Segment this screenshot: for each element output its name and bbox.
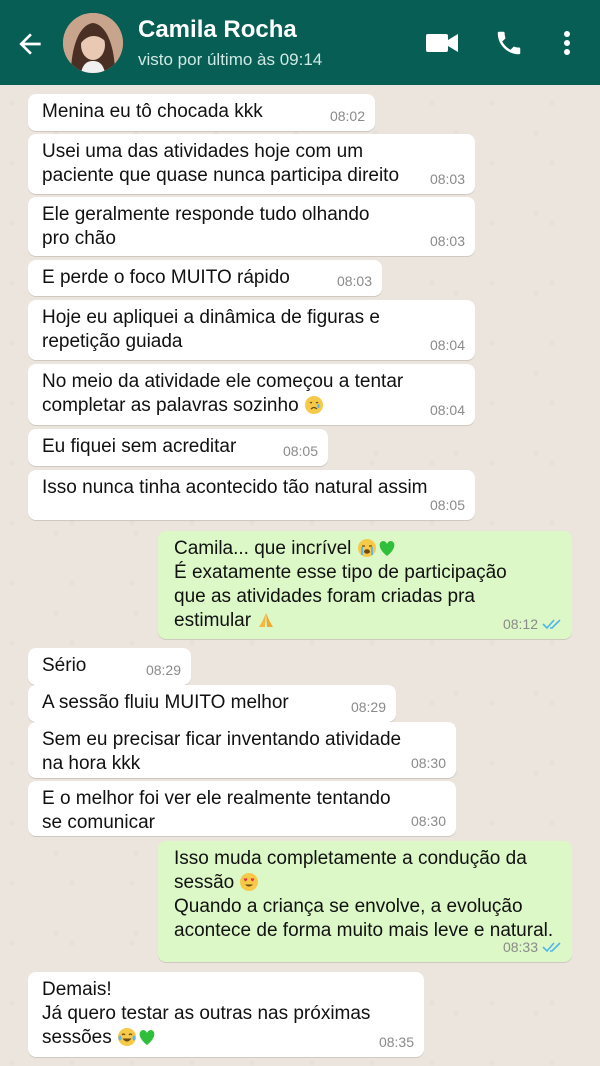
message-time: 08:05 [282, 443, 318, 459]
heart-eyes-face-icon [240, 873, 259, 891]
message-bubble-incoming[interactable]: No meio da atividade ele começou a tenta… [28, 364, 475, 425]
message-bubble-incoming[interactable]: Eu fiquei sem acreditar 08:05 [28, 429, 328, 466]
message-text: Eu fiquei sem acreditar [42, 436, 237, 457]
chat-header: Camila Rocha visto por último às 09:14 [0, 0, 600, 85]
message-time: 08:03 [429, 171, 465, 187]
message-text: Usei uma das atividades hoje com um paci… [42, 141, 400, 186]
message-bubble-incoming[interactable]: E o melhor foi ver ele realmente tentand… [28, 781, 456, 836]
message-bubble-incoming[interactable]: Demais! Já quero testar as outras nas pr… [28, 972, 424, 1057]
last-seen-status: visto por último às 09:14 [138, 50, 323, 69]
message-time: 08:30 [410, 755, 446, 771]
loudly-crying-face-icon [357, 539, 376, 557]
read-double-check-icon [542, 619, 561, 630]
back-arrow-icon[interactable] [14, 28, 46, 60]
message-text: É exatamente esse tipo de participação q… [174, 562, 507, 631]
message-text: Ele geralmente responde tudo olhando pro… [42, 204, 370, 249]
message-text: Sem eu precisar ficar inventando ativida… [42, 729, 402, 774]
message-time: 08:33 [502, 939, 538, 955]
message-text: Menina eu tô chocada kkk [42, 101, 263, 122]
message-text: No meio da atividade ele começou a tenta… [42, 371, 404, 416]
read-double-check-icon [542, 942, 561, 953]
message-text: Quando a criança se envolve, a evolução … [174, 896, 554, 941]
message-time: 08:02 [329, 108, 365, 124]
avatar-photo-icon [63, 13, 123, 73]
message-text: Demais! Já quero testar as outras nas pr… [42, 979, 371, 1048]
message-time: 08:05 [429, 497, 465, 513]
message-bubble-incoming[interactable]: Sem eu precisar ficar inventando ativida… [28, 722, 456, 778]
message-time: 08:29 [145, 662, 181, 678]
message-text: Isso muda completamente a condução da se… [174, 848, 527, 893]
video-call-icon[interactable] [425, 28, 459, 58]
message-time: 08:35 [378, 1034, 414, 1050]
message-time: 08:03 [336, 273, 372, 289]
message-bubble-incoming[interactable]: Hoje eu apliquei a dinâmica de figuras e… [28, 300, 475, 360]
message-text: E o melhor foi ver ele realmente tentand… [42, 788, 391, 833]
message-bubble-incoming[interactable]: Menina eu tô chocada kkk 08:02 [28, 94, 375, 131]
more-options-icon[interactable] [557, 28, 577, 58]
folded-hands-icon [259, 613, 274, 627]
message-time: 08:30 [410, 813, 446, 829]
tears-of-joy-face-icon [117, 1028, 136, 1046]
message-time: 08:04 [429, 402, 465, 418]
message-time: 08:03 [429, 233, 465, 249]
message-bubble-incoming[interactable]: E perde o foco MUITO rápido 08:03 [28, 260, 382, 296]
message-bubble-outgoing[interactable]: Isso muda completamente a condução da se… [158, 841, 572, 962]
avatar[interactable] [63, 13, 123, 73]
message-bubble-outgoing[interactable]: Camila... que incrível É exatamente esse… [158, 531, 572, 639]
message-bubble-incoming[interactable]: Isso nunca tinha acontecido tão natural … [28, 470, 475, 520]
phone-icon[interactable] [494, 28, 524, 58]
contact-name[interactable]: Camila Rocha [138, 16, 297, 44]
message-time: 08:04 [429, 337, 465, 353]
green-heart-icon [379, 541, 395, 556]
message-text: E perde o foco MUITO rápido [42, 267, 290, 288]
message-text: Isso nunca tinha acontecido tão natural … [42, 477, 428, 498]
crying-face-icon [304, 396, 323, 414]
message-text: Camila... que incrível [174, 538, 352, 559]
message-time: 08:29 [350, 699, 386, 715]
message-bubble-incoming[interactable]: Sério 08:29 [28, 648, 191, 685]
green-heart-icon [139, 1030, 155, 1045]
message-text: Hoje eu apliquei a dinâmica de figuras e… [42, 307, 380, 352]
message-bubble-incoming[interactable]: A sessão fluiu MUITO melhor 08:29 [28, 685, 396, 722]
message-bubble-incoming[interactable]: Ele geralmente responde tudo olhando pro… [28, 197, 475, 256]
message-bubble-incoming[interactable]: Usei uma das atividades hoje com um paci… [28, 134, 475, 194]
message-text: A sessão fluiu MUITO melhor [42, 692, 289, 713]
message-time: 08:12 [502, 616, 538, 632]
